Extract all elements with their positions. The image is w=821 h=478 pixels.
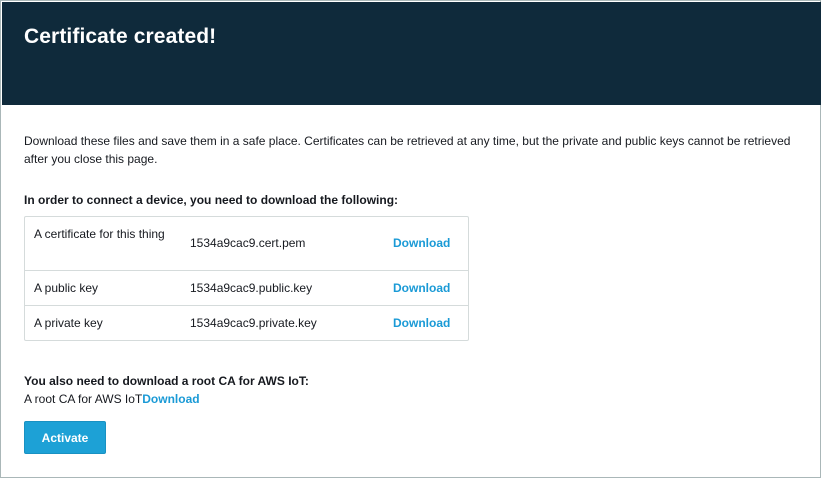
- file-name: 1534a9cac9.public.key: [190, 281, 313, 295]
- files-table: A certificate for this thing 1534a9cac9.…: [24, 216, 469, 341]
- download-private-key-link[interactable]: Download: [393, 315, 450, 332]
- root-ca-label: A root CA for AWS IoT: [24, 392, 143, 406]
- intro-text: Download these files and save them in a …: [24, 134, 791, 166]
- file-name: 1534a9cac9.cert.pem: [190, 236, 306, 250]
- files-heading: In order to connect a device, you need t…: [24, 193, 399, 207]
- root-ca-line: A root CA for AWS IoTDownload: [24, 392, 200, 406]
- file-description: A private key: [34, 316, 103, 330]
- download-root-ca-link[interactable]: Download: [142, 392, 199, 406]
- file-description: A certificate for this thing: [34, 227, 165, 241]
- page-header: Certificate created!: [2, 2, 821, 105]
- file-name: 1534a9cac9.private.key: [190, 316, 317, 330]
- root-ca-heading: You also need to download a root CA for …: [24, 374, 309, 388]
- file-description: A public key: [34, 281, 99, 295]
- activate-button[interactable]: Activate: [24, 421, 106, 454]
- page-title: Certificate created!: [24, 25, 217, 48]
- file-row-public-key: A public key 1534a9cac9.public.key Downl…: [25, 270, 468, 305]
- certificate-created-panel: Certificate created! Download these file…: [0, 0, 821, 478]
- file-row-certificate: A certificate for this thing 1534a9cac9.…: [25, 217, 468, 270]
- download-certificate-link[interactable]: Download: [393, 235, 450, 252]
- file-row-private-key: A private key 1534a9cac9.private.key Dow…: [25, 305, 468, 340]
- download-public-key-link[interactable]: Download: [393, 280, 450, 297]
